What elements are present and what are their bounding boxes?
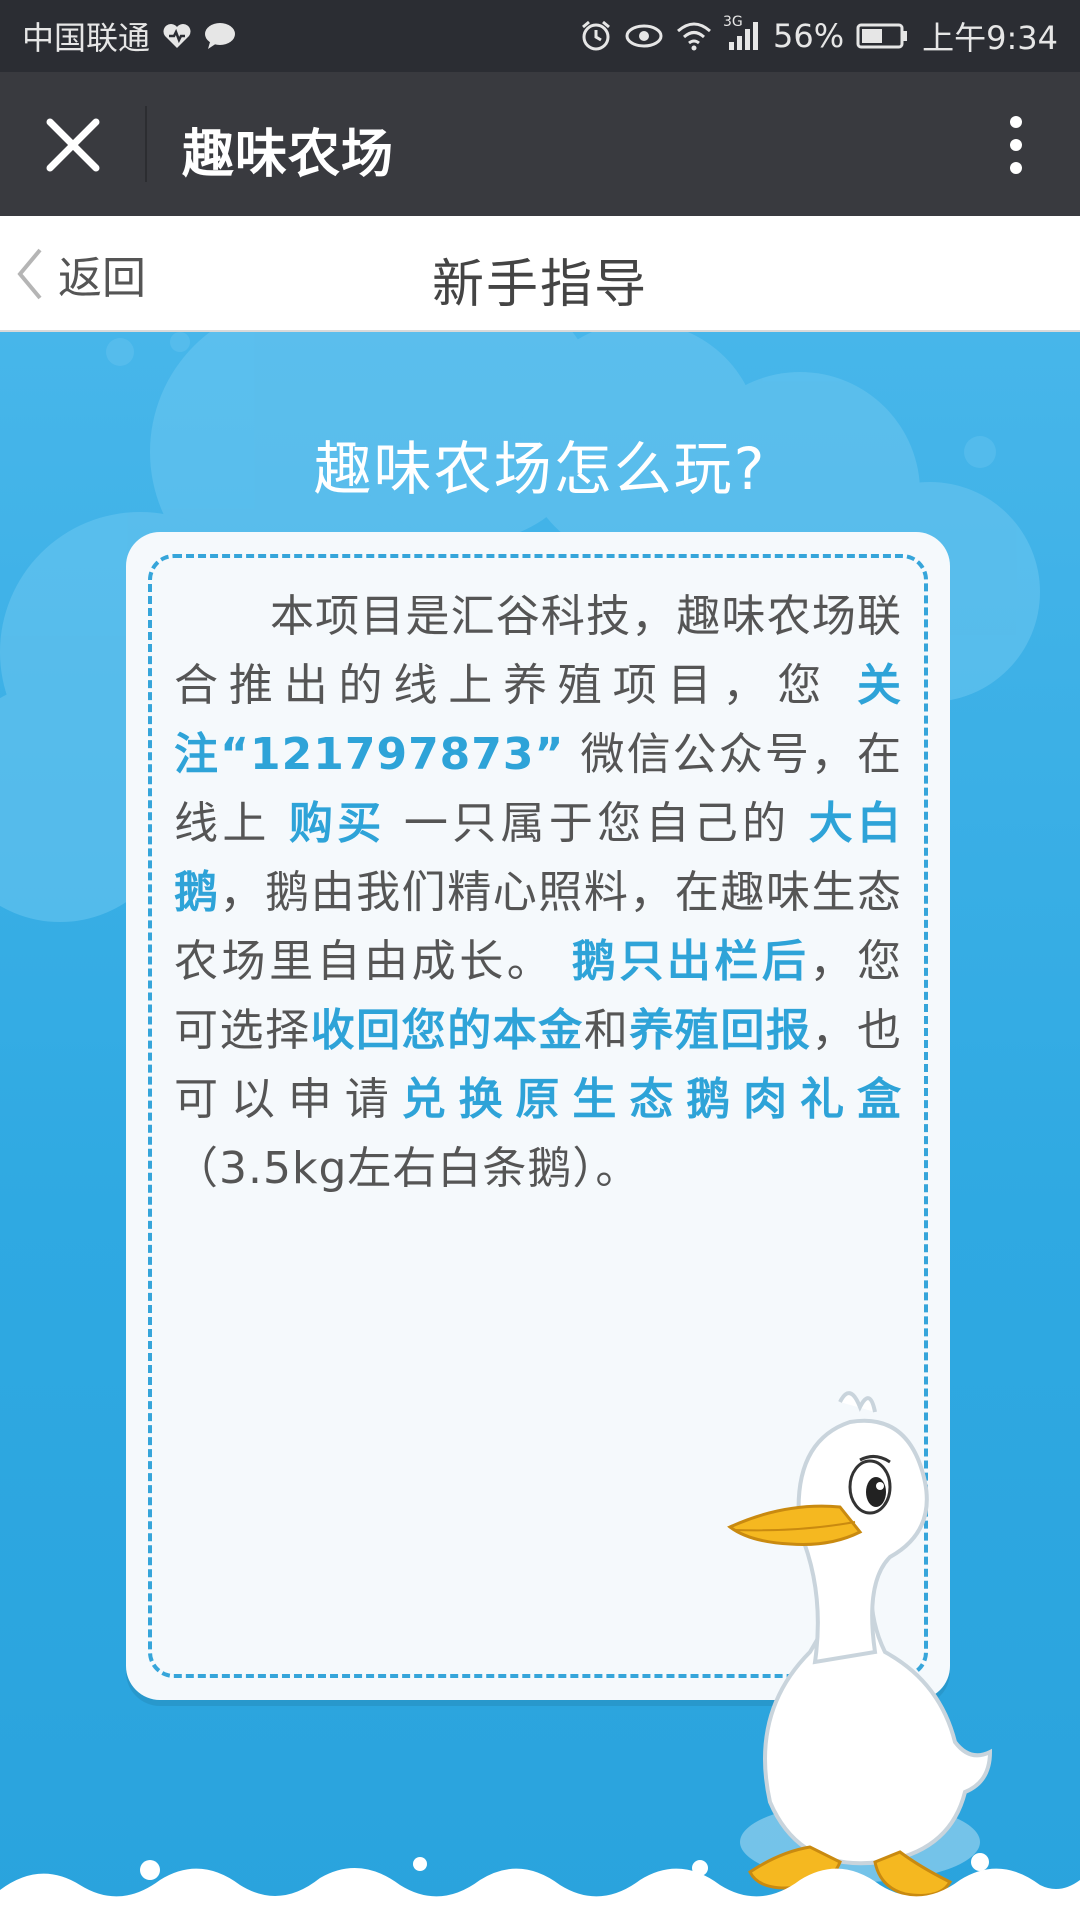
app-title: 趣味农场: [182, 125, 395, 185]
close-button[interactable]: [38, 110, 108, 180]
highlight-text: 鹅只出栏后: [571, 936, 810, 987]
chat-icon: [204, 22, 236, 50]
duck-illustration: [727, 1391, 993, 1897]
alarm-icon: [579, 19, 613, 53]
signal-icon: 3G: [723, 14, 761, 52]
page-title: 新手指导: [431, 255, 648, 315]
network-type: 3G: [723, 14, 743, 30]
title-divider: [145, 106, 147, 182]
battery-icon: [856, 22, 910, 50]
nav-bar: 返回 新手指导: [0, 216, 1080, 332]
close-icon: [46, 118, 100, 172]
highlight-text: 兑换原生态鹅肉礼盒: [401, 1074, 903, 1125]
status-right: 3G 56% 上午9:34: [579, 13, 1058, 59]
body-text: 一只属于您自己的: [385, 798, 809, 849]
carrier-name: 中国联通: [22, 19, 151, 57]
wifi-icon: [675, 21, 713, 51]
foam-wave-decoration: [0, 1853, 1080, 1920]
highlight-text: 收回您的本金: [310, 1005, 584, 1056]
status-bar: 中国联通 3G 56% 上午9:34: [0, 0, 1080, 72]
highlight-text: 养殖回报: [629, 1005, 812, 1056]
more-icon: [1010, 116, 1022, 174]
eye-icon: [625, 21, 663, 51]
body-text: 和: [583, 1005, 630, 1056]
highlight-text: 购买: [288, 798, 386, 849]
status-left: 中国联通: [22, 13, 236, 59]
body-text: （3.5kg左右白条鹅）。: [174, 1143, 641, 1194]
body-text: 本项目是汇谷科技，趣味农场联合推出的线上养殖项目，您: [174, 591, 902, 711]
content-area: 趣味农场怎么玩? 本项目是汇谷科技，趣味农场联合推出的线上养殖项目，您 关注“1…: [0, 332, 1080, 1920]
heart-icon: [162, 22, 192, 50]
more-button[interactable]: [986, 110, 1046, 180]
title-bar: 趣味农场: [0, 72, 1080, 216]
page-heading: 趣味农场怎么玩?: [313, 435, 767, 503]
battery-percent: 56%: [773, 17, 845, 55]
clock: 上午9:34: [922, 19, 1058, 57]
intro-text: 本项目是汇谷科技，趣味农场联合推出的线上养殖项目，您 关注“121797873”…: [174, 582, 902, 1203]
